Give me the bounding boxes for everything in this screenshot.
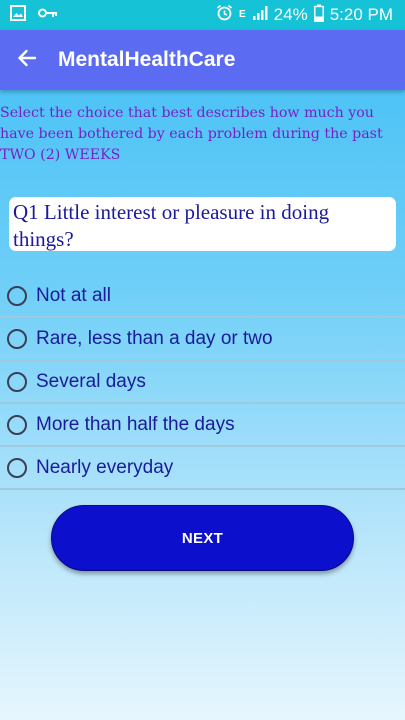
status-bar: E 24% 5:20 PM [0, 0, 405, 30]
app-bar: MentalHealthCare [0, 30, 405, 90]
instructions-text: Select the choice that best describes ho… [0, 105, 383, 163]
key-icon [38, 6, 58, 24]
radio-button-icon[interactable] [7, 286, 27, 306]
radio-button-icon[interactable] [7, 458, 27, 478]
option-label: Nearly everyday [36, 457, 174, 478]
signal-icon [252, 5, 268, 26]
option-more-than-half[interactable]: More than half the days [0, 404, 405, 447]
radio-button-icon[interactable] [7, 415, 27, 435]
image-icon [10, 4, 26, 26]
question-text: Q1 Little interest or pleasure in doing … [13, 200, 330, 251]
screen: E 24% 5:20 PM MentalHealthCare Select th… [0, 0, 405, 720]
option-label: Not at all [36, 285, 111, 306]
clock-time: 5:20 PM [329, 5, 393, 24]
option-not-at-all[interactable]: Not at all [0, 275, 405, 318]
alarm-icon [216, 4, 233, 26]
status-left-icons [10, 4, 58, 26]
answer-options: Not at all Rare, less than a day or two … [0, 275, 405, 490]
option-label: Rare, less than a day or two [36, 328, 273, 349]
option-rare[interactable]: Rare, less than a day or two [0, 318, 405, 361]
option-nearly-everyday[interactable]: Nearly everyday [0, 447, 405, 490]
radio-button-icon[interactable] [7, 372, 27, 392]
back-button[interactable] [10, 43, 44, 77]
option-label: More than half the days [36, 414, 235, 435]
network-type-indicator: E [238, 9, 246, 20]
question-card: Q1 Little interest or pleasure in doing … [9, 197, 396, 251]
battery-icon [313, 4, 324, 27]
option-label: Several days [36, 371, 146, 392]
status-right-icons: E 24% 5:20 PM [216, 4, 393, 26]
radio-button-icon[interactable] [7, 329, 27, 349]
next-button-label: NEXT [181, 529, 224, 547]
app-title: MentalHealthCare [58, 48, 236, 71]
option-several-days[interactable]: Several days [0, 361, 405, 404]
next-button[interactable]: NEXT [51, 505, 354, 571]
arrow-left-icon [17, 48, 37, 73]
battery-percent: 24% [273, 5, 308, 24]
